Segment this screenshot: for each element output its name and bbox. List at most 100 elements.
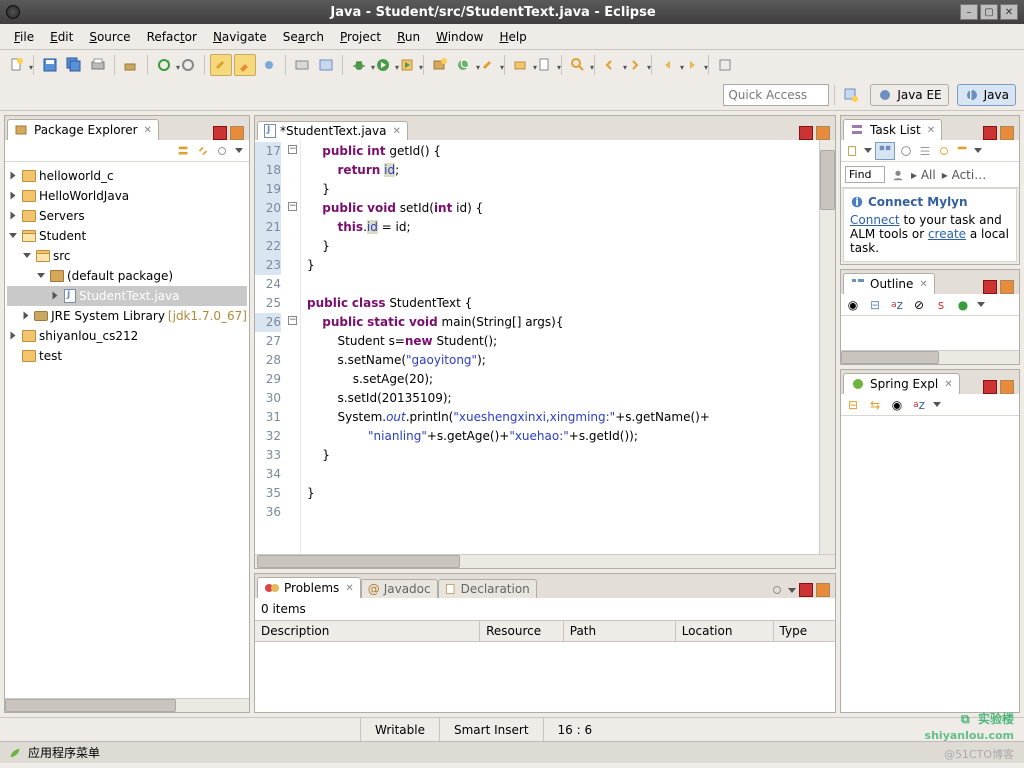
col-location[interactable]: Location: [676, 621, 774, 641]
link-editor-button[interactable]: [195, 143, 211, 159]
link-button[interactable]: ⇆: [867, 397, 883, 413]
sort-button[interactable]: ⊟: [867, 297, 883, 313]
open-type-button[interactable]: [120, 54, 142, 76]
os-taskbar[interactable]: 应用程序菜单: [0, 741, 1024, 763]
minimize-view-button[interactable]: [213, 126, 227, 140]
maximize-view-button[interactable]: [1000, 280, 1014, 294]
minimize-button[interactable]: –: [960, 4, 978, 20]
hide-nonpublic-button[interactable]: ●: [955, 297, 971, 313]
app-menu-label[interactable]: 应用程序菜单: [28, 744, 100, 761]
outline-tab[interactable]: Outline✕: [843, 273, 935, 294]
skip-breakpoints-button[interactable]: [177, 54, 199, 76]
open-resource-button[interactable]: ▾: [534, 54, 556, 76]
pin-editor-button[interactable]: [714, 54, 736, 76]
menu-window[interactable]: Window: [428, 27, 491, 47]
print-button[interactable]: [87, 54, 109, 76]
spring-explorer-tab[interactable]: Spring Expl✕: [843, 373, 960, 394]
search-button[interactable]: ▾: [567, 54, 589, 76]
view-menu-icon[interactable]: [977, 302, 985, 307]
categorize-button[interactable]: [875, 142, 895, 160]
tree-item[interactable]: shiyanlou_cs212: [7, 326, 247, 346]
menu-search[interactable]: Search: [275, 27, 332, 47]
quick-access-input[interactable]: Quick Access: [723, 84, 829, 106]
col-path[interactable]: Path: [564, 621, 676, 641]
perspective-javaee[interactable]: Java EE: [870, 84, 948, 106]
focus-task-button[interactable]: [214, 143, 230, 159]
maximize-view-button[interactable]: [1000, 126, 1014, 140]
open-perspective-button[interactable]: [840, 84, 862, 106]
minimize-view-button[interactable]: [983, 280, 997, 294]
menu-navigate[interactable]: Navigate: [205, 27, 275, 47]
menu-help[interactable]: Help: [491, 27, 534, 47]
tree-item[interactable]: StudentText.java: [7, 286, 247, 306]
run-last-button[interactable]: ▾: [396, 54, 418, 76]
forward-button[interactable]: ▾: [681, 54, 703, 76]
close-icon[interactable]: ✕: [392, 126, 400, 137]
dropdown-icon[interactable]: [864, 148, 872, 153]
view-menu-icon[interactable]: [235, 148, 243, 153]
perspective-java[interactable]: JJava: [957, 84, 1016, 106]
filter-button[interactable]: ◉: [889, 397, 905, 413]
menu-file[interactable]: File: [6, 27, 42, 47]
code-area[interactable]: public int getId() { return id; } public…: [301, 140, 819, 554]
collapse-all-button[interactable]: [955, 143, 971, 159]
declaration-tab[interactable]: Declaration: [438, 579, 537, 598]
collapse-button[interactable]: ⊟: [845, 397, 861, 413]
new-task-button[interactable]: [845, 143, 861, 159]
problems-tab[interactable]: Problems✕: [257, 577, 361, 598]
close-button[interactable]: ✕: [1000, 4, 1018, 20]
close-icon[interactable]: ✕: [944, 379, 952, 390]
connect-link[interactable]: Connect: [850, 213, 900, 227]
maximize-view-button[interactable]: [1000, 380, 1014, 394]
collapse-all-button[interactable]: [176, 143, 192, 159]
line-number-gutter[interactable]: 1718192021222324252627282930313233343536: [255, 140, 285, 554]
save-button[interactable]: [39, 54, 61, 76]
schedule-button[interactable]: [898, 143, 914, 159]
editor-tab[interactable]: *StudentText.java ✕: [257, 121, 408, 140]
minimize-view-button[interactable]: [799, 126, 813, 140]
close-icon[interactable]: ✕: [927, 125, 935, 136]
tree-item[interactable]: src: [7, 246, 247, 266]
highlighter-button[interactable]: [234, 54, 256, 76]
save-all-button[interactable]: [63, 54, 85, 76]
new-source-button[interactable]: ▾: [477, 54, 499, 76]
fold-gutter[interactable]: −−−: [285, 140, 301, 554]
relaunch-button[interactable]: ▾: [153, 54, 175, 76]
hide-fields-button[interactable]: ⊘: [911, 297, 927, 313]
minimize-view-button[interactable]: [799, 583, 813, 597]
close-icon[interactable]: ✕: [345, 583, 353, 594]
new-package-button[interactable]: [429, 54, 451, 76]
view-menu-icon[interactable]: [974, 148, 982, 153]
close-icon[interactable]: ✕: [919, 279, 927, 290]
menu-project[interactable]: Project: [332, 27, 389, 47]
open-task-button[interactable]: ▾: [510, 54, 532, 76]
col-type[interactable]: Type: [774, 621, 835, 641]
back-button[interactable]: ▾: [657, 54, 679, 76]
minimize-view-button[interactable]: [983, 126, 997, 140]
maximize-view-button[interactable]: [816, 126, 830, 140]
annotation-next-button[interactable]: ▾: [624, 54, 646, 76]
debug-button[interactable]: ▾: [348, 54, 370, 76]
toggle-mark-button[interactable]: [210, 54, 232, 76]
maximize-view-button[interactable]: [816, 583, 830, 597]
javadoc-tab[interactable]: @ Javadoc: [361, 579, 438, 598]
tree-item[interactable]: JRE System Library [jdk1.7.0_67]: [7, 306, 247, 326]
problems-table[interactable]: Description Resource Path Location Type: [255, 620, 835, 642]
breakpoint-button[interactable]: [258, 54, 280, 76]
tree-item[interactable]: test: [7, 346, 247, 366]
tree-item[interactable]: Student: [7, 226, 247, 246]
maximize-view-button[interactable]: [230, 126, 244, 140]
focus-workweek-button[interactable]: [917, 143, 933, 159]
maximize-button[interactable]: ▢: [980, 4, 998, 20]
package-explorer-tab[interactable]: Package Explorer ✕: [7, 119, 159, 140]
hide-static-button[interactable]: s: [933, 297, 949, 313]
outline-hscroll[interactable]: [841, 350, 1019, 364]
az-sort-button[interactable]: az: [889, 297, 905, 313]
new-server-button[interactable]: [291, 54, 313, 76]
synchronize-button[interactable]: [936, 143, 952, 159]
run-button[interactable]: ▾: [372, 54, 394, 76]
menu-refactor[interactable]: Refactor: [139, 27, 205, 47]
view-menu-icon[interactable]: [788, 588, 796, 593]
focus-button[interactable]: ◉: [845, 297, 861, 313]
focus-task-button[interactable]: [769, 582, 785, 598]
